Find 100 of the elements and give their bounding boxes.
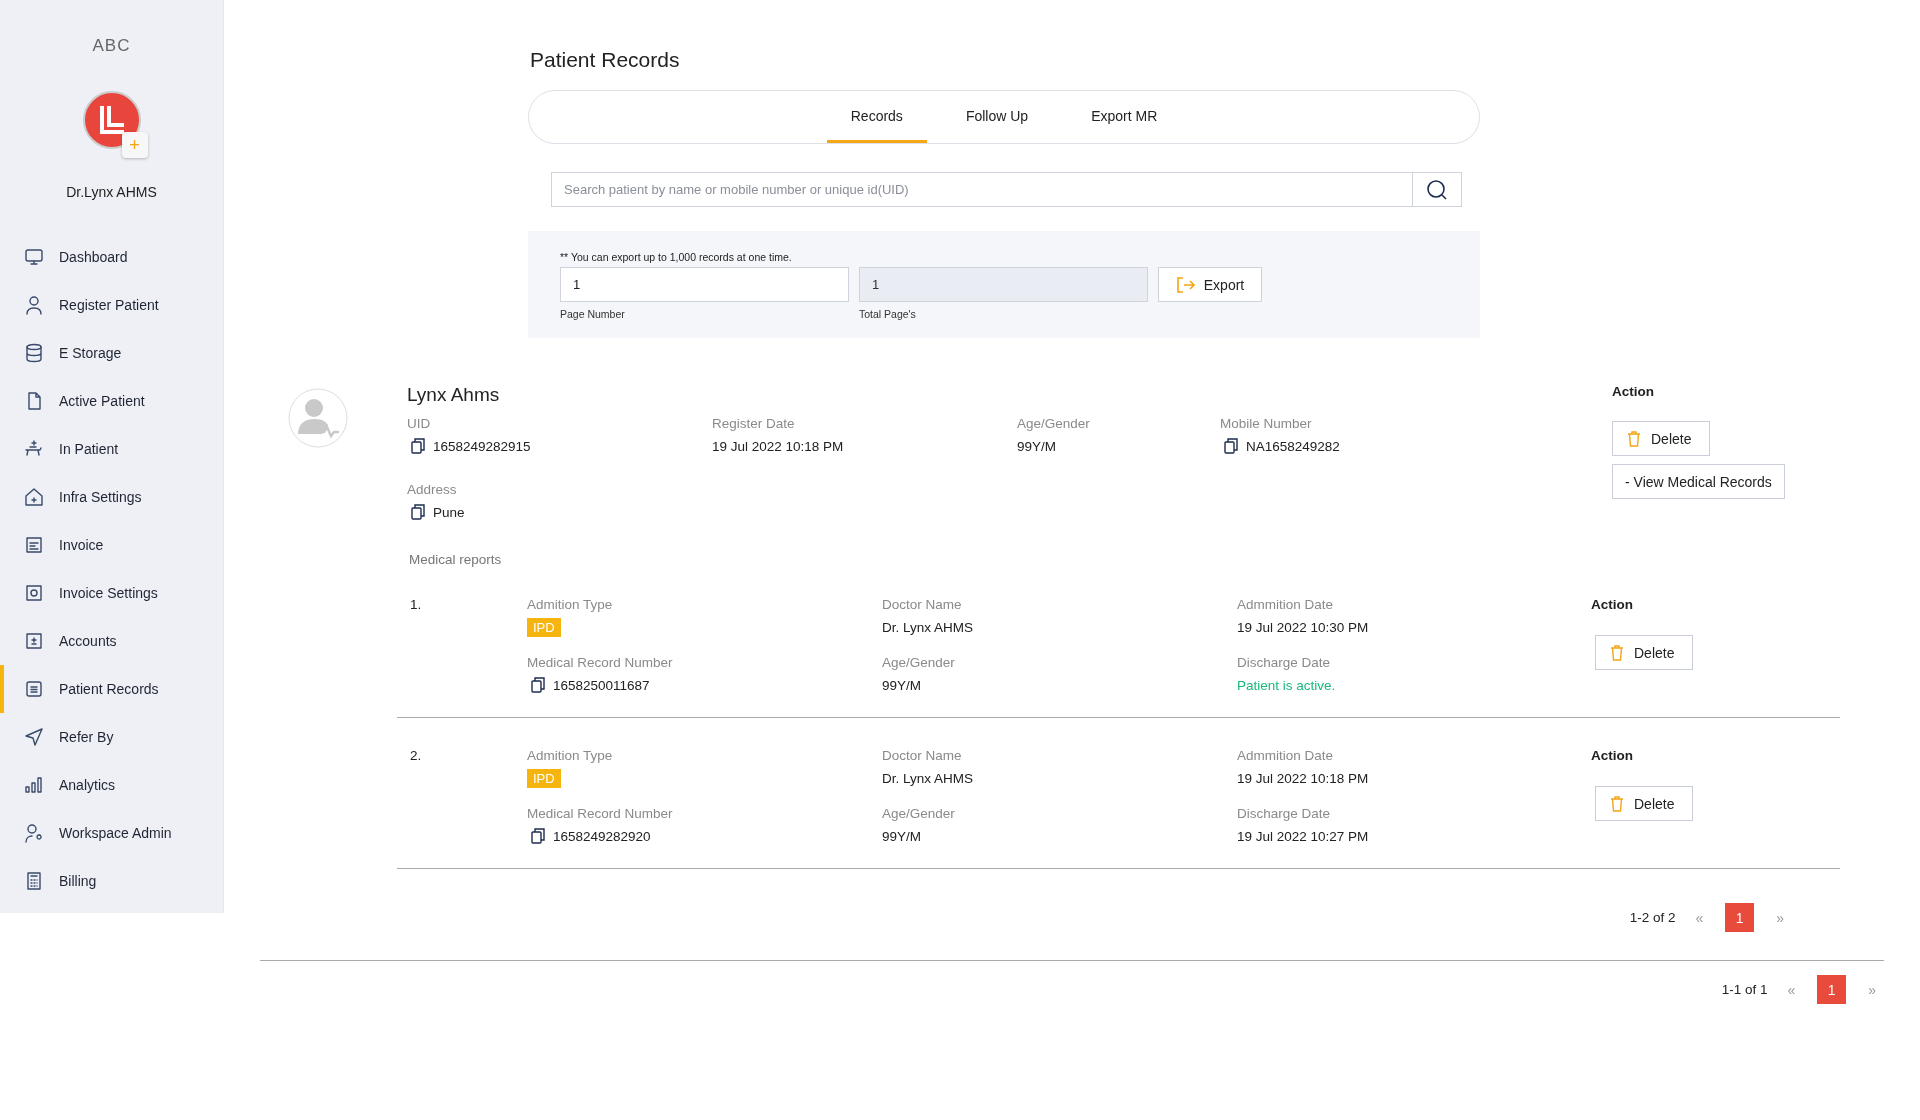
field-label: Admition Type [527,597,614,612]
sidebar-item[interactable]: Accounts [0,617,223,665]
page-button[interactable]: 1 [1725,903,1755,932]
sidebar-item[interactable]: Invoice Settings [0,569,223,617]
view-medical-records-button[interactable]: - View Medical Records [1612,464,1785,499]
field-label: Doctor Name [882,597,963,612]
action-label: Action [1612,384,1654,399]
copy-icon[interactable] [1224,438,1238,454]
action-label: Action [1591,597,1633,612]
report-number: 2. [409,748,423,763]
delete-button[interactable]: Delete [1595,786,1694,821]
action-label: Action [1591,748,1633,763]
delete-button[interactable]: Delete [1612,421,1711,456]
brand-name: ABC [92,36,131,56]
field-value: 1658249282915 [433,438,531,454]
menu-icon [24,295,44,315]
field-value: 1658250011687 [553,677,650,693]
export-icon [1175,275,1196,294]
field-label: Medical Record Number [527,806,674,821]
menu-icon [24,775,44,795]
field-label: Admition Type [527,748,614,763]
field-label: UID [407,416,432,431]
pagination-summary: 1-2 of 2 [1629,910,1676,925]
field-value: Dr. Lynx AHMS [882,619,974,635]
field-label: Discharge Date [1237,655,1332,670]
section-title: Medical reports [409,552,503,567]
sidebar-item[interactable]: Active Patient [0,377,223,425]
field-value: 99Y/M [1017,438,1057,454]
search-button[interactable] [1412,172,1462,207]
copy-icon[interactable] [531,828,545,844]
menu-icon [24,727,44,747]
menu-icon [24,679,44,699]
sidebar-item[interactable]: Refer By [0,713,223,761]
page-title: Patient Records [530,48,681,72]
field-value: 99Y/M [882,828,922,844]
copy-icon[interactable] [411,438,425,454]
sidebar-item[interactable]: Patient Records [0,665,223,713]
trash-icon [1610,644,1624,661]
menu-icon [24,247,44,267]
field-label: Register Date [712,416,796,431]
sidebar-item[interactable]: Analytics [0,761,223,809]
field-value: NA1658249282 [1246,438,1340,454]
export-button[interactable]: Export [1158,267,1262,302]
sidebar-item[interactable]: Workspace Admin [0,809,223,857]
status-text: Patient is active. [1237,677,1336,693]
menu-icon [24,583,44,603]
field-label: Medical Record Number [527,655,674,670]
menu-icon [24,631,44,651]
sidebar-item[interactable]: E Storage [0,329,223,377]
field-value: 19 Jul 2022 10:18 PM [712,438,844,454]
field-label: Age/Gender [882,806,956,821]
report-number: 1. [409,597,423,612]
field-label: Discharge Date [1237,806,1332,821]
field-value: 19 Jul 2022 10:27 PM [1237,828,1369,844]
menu-icon [24,871,44,891]
sidebar-item[interactable]: In Patient [0,425,223,473]
admission-type-badge: IPD [527,768,561,788]
patient-avatar-icon [288,388,348,448]
menu-icon [24,439,44,459]
trash-icon [1627,430,1641,447]
sidebar-item[interactable]: Register Patient [0,281,223,329]
field-value: 99Y/M [882,677,922,693]
trash-icon [1610,795,1624,812]
menu-icon [24,343,44,363]
menu-icon [24,535,44,555]
admission-type-badge: IPD [527,617,561,637]
patient-name: Lynx Ahms [407,384,501,406]
tab[interactable]: Export MR [1067,91,1182,143]
sidebar-item[interactable]: Dashboard [0,233,223,281]
field-label: Address [407,482,458,497]
field-value: 19 Jul 2022 10:30 PM [1237,619,1369,635]
field-label: Age/Gender [1017,416,1091,431]
copy-icon[interactable] [531,677,545,693]
tab[interactable]: Follow Up [941,91,1053,143]
field-value: 1658249282920 [553,828,651,844]
tab[interactable]: Records [826,91,927,143]
export-note: ** You can export up to 1,000 records at one time. [560,251,793,263]
search-icon [1426,178,1448,201]
delete-button[interactable]: Delete [1595,635,1694,670]
field-label: Age/Gender [882,655,956,670]
pagination-summary: 1-1 of 1 [1721,982,1768,997]
field-label: Admmition Date [1237,597,1335,612]
field-label: Admmition Date [1237,748,1335,763]
page-number-field[interactable]: 1 [560,267,849,302]
user-name: Dr.Lynx AHMS [66,184,157,200]
field-label: Total Page's [859,308,917,320]
field-label: Doctor Name [882,748,963,763]
field-value: Pune [433,504,465,520]
field-value: Dr. Lynx AHMS [882,770,974,786]
field-value: 19 Jul 2022 10:18 PM [1237,770,1369,786]
field-label: Page Number [560,308,626,320]
menu-icon [24,823,44,843]
search-field[interactable]: Search patient by name or mobile number or unique id(UID) [551,172,1412,207]
field-label: Mobile Number [1220,416,1313,431]
menu-icon [24,487,44,507]
copy-icon[interactable] [411,504,425,520]
sidebar-item[interactable]: Billing [0,857,223,905]
sidebar-item[interactable]: Infra Settings [0,473,223,521]
page-button[interactable]: 1 [1817,975,1847,1004]
sidebar-item[interactable]: Invoice [0,521,223,569]
